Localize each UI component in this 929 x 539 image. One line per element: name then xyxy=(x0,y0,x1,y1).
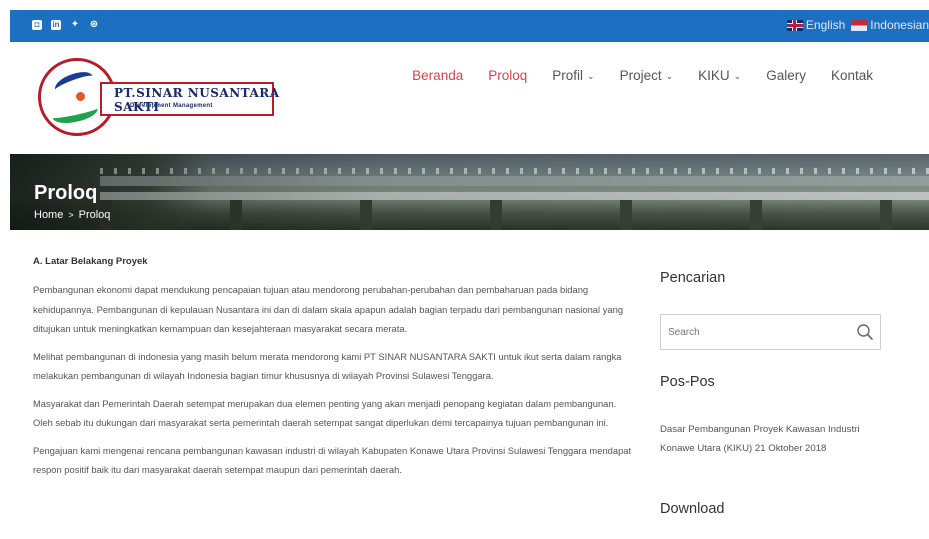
nav-project[interactable]: Project ⌄ xyxy=(620,68,674,83)
nav-profil-label: Profil xyxy=(552,68,584,83)
breadcrumb-home[interactable]: Home xyxy=(34,209,63,221)
nav-galery[interactable]: Galery xyxy=(766,68,806,83)
lang-english-link[interactable]: English xyxy=(806,18,845,32)
company-logo[interactable]: PT.SINAR NUSANTARA SAKTI Development Man… xyxy=(34,56,284,138)
nav-kiku[interactable]: KIKU ⌄ xyxy=(698,68,741,83)
banner-shade xyxy=(10,154,929,230)
article-paragraph: Melihat pembangunan di indonesia yang ma… xyxy=(33,350,622,382)
uk-flag-icon[interactable] xyxy=(786,19,803,31)
page-title: Proloq xyxy=(34,182,98,204)
breadcrumb-separator: > xyxy=(68,210,74,220)
social-links: ◘ in ✦ ⊛ xyxy=(32,20,99,30)
article-content: A. Latar Belakang Proyek Pembangunan eko… xyxy=(33,256,638,488)
logo-company-name: PT.SINAR NUSANTARA SAKTI xyxy=(114,86,280,114)
search-title: Pencarian xyxy=(660,270,726,286)
nav-profil[interactable]: Profil ⌄ xyxy=(552,68,594,83)
main-nav: Beranda Proloq Profil ⌄ Project ⌄ KIKU ⌄ Ga… xyxy=(387,68,873,83)
posts-title: Pos-Pos xyxy=(660,374,715,390)
nav-kontak[interactable]: Kontak xyxy=(831,68,873,83)
nav-kiku-label: KIKU xyxy=(698,68,730,83)
language-switcher: English Indonesian xyxy=(786,18,929,32)
breadcrumb: Home > Proloq xyxy=(34,209,110,221)
sidebar: Pencarian Pos-Pos Dasar Pembangunan Proy… xyxy=(660,270,890,517)
nav-beranda[interactable]: Beranda xyxy=(412,68,463,83)
article-heading: A. Latar Belakang Proyek xyxy=(33,256,148,267)
logo-dot xyxy=(76,92,85,101)
breadcrumb-current: Proloq xyxy=(78,209,111,221)
chevron-down-icon: ⌄ xyxy=(733,71,742,81)
logo-tagline: Development Management xyxy=(130,103,213,109)
search-input[interactable] xyxy=(661,315,841,349)
download-title: Download xyxy=(660,501,725,517)
search-box xyxy=(660,314,881,350)
post-date: 21 Oktober 2018 xyxy=(754,443,827,454)
site-header: PT.SINAR NUSANTARA SAKTI Development Man… xyxy=(10,42,929,154)
nav-project-label: Project xyxy=(619,68,662,83)
dribbble-icon[interactable]: ⊛ xyxy=(89,20,99,30)
article-paragraph: Pengajuan kami mengenai rencana pembangu… xyxy=(33,444,632,476)
chevron-down-icon: ⌄ xyxy=(587,71,595,81)
recent-post: Dasar Pembangunan Proyek Kawasan Industr… xyxy=(660,420,875,458)
top-bar: ◘ in ✦ ⊛ English Indonesian xyxy=(10,10,929,42)
lang-indonesian-link[interactable]: Indonesian xyxy=(870,18,929,32)
article-paragraph: Pembangunan ekonomi dapat mendukung penc… xyxy=(33,284,624,334)
chevron-down-icon: ⌄ xyxy=(665,71,674,81)
linkedin-icon[interactable]: in xyxy=(51,20,61,30)
search-icon[interactable] xyxy=(856,323,874,341)
twitter-icon[interactable]: ✦ xyxy=(70,20,80,30)
nav-proloq[interactable]: Proloq xyxy=(488,68,527,83)
instagram-icon[interactable]: ◘ xyxy=(32,20,42,30)
article-paragraph: Masyarakat dan Pemerintah Daerah setempa… xyxy=(33,397,617,429)
indonesia-flag-icon[interactable] xyxy=(851,19,868,31)
page-banner: Proloq Home > Proloq xyxy=(10,154,929,230)
